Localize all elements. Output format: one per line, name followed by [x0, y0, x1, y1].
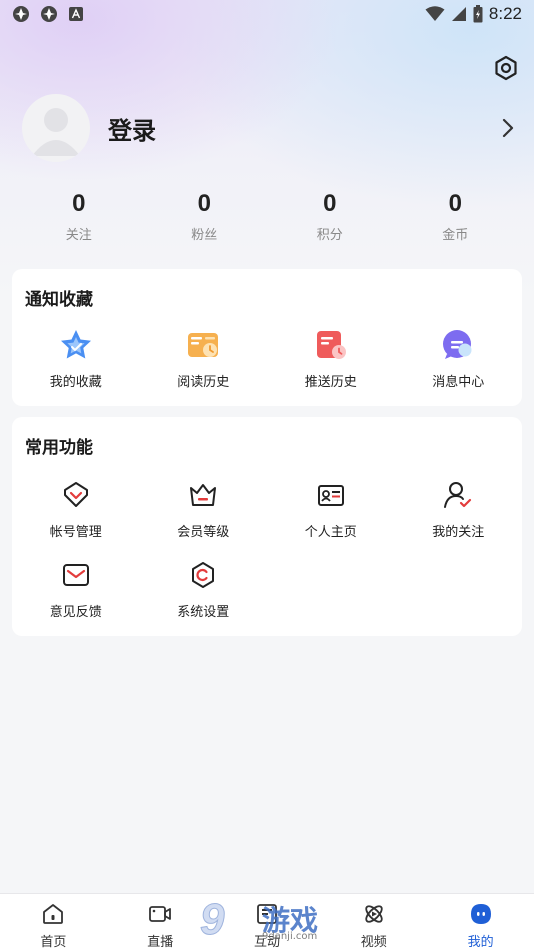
- login-label[interactable]: 登录: [108, 111, 156, 146]
- wifi-icon: [425, 6, 445, 21]
- grid-label: 阅读历史: [177, 375, 230, 390]
- nav-live[interactable]: 直播: [107, 894, 214, 950]
- watermark-number: 9: [199, 895, 225, 945]
- stat-label: 粉丝: [191, 228, 218, 243]
- member-level-button[interactable]: 会员等级: [140, 477, 268, 557]
- nav-label: 首页: [40, 935, 67, 950]
- notify-grid: 我的收藏 阅读历史 推送历史 消息中心: [12, 327, 522, 407]
- stat-label: 金币: [442, 228, 469, 243]
- notify-section-title: 通知收藏: [25, 290, 93, 310]
- feedback-icon: [58, 557, 94, 593]
- stat-value: 0: [448, 190, 462, 217]
- text-icon: [69, 7, 83, 21]
- stat-value: 0: [197, 190, 211, 217]
- personal-homepage-button[interactable]: 个人主页: [267, 477, 395, 557]
- profile-row[interactable]: 登录: [22, 94, 522, 162]
- notification-icon-1: [13, 6, 29, 22]
- grid-label: 意见反馈: [49, 605, 102, 620]
- video-icon: [365, 905, 383, 923]
- avatar[interactable]: [22, 94, 90, 162]
- account-icon: [58, 477, 94, 513]
- avatar-placeholder-icon: [32, 108, 80, 156]
- message-center-button[interactable]: 消息中心: [395, 327, 523, 407]
- mine-icon: [470, 904, 491, 924]
- grid-label: 个人主页: [304, 525, 357, 540]
- system-settings-button[interactable]: 系统设置: [140, 557, 268, 637]
- push-history-button[interactable]: 推送历史: [267, 327, 395, 407]
- nav-home[interactable]: 首页: [0, 894, 107, 950]
- message-icon: [440, 327, 476, 363]
- notify-card: 通知收藏 我的收藏 阅读历史 推送历史 消息中心: [12, 269, 522, 406]
- stat-value: 0: [323, 190, 337, 217]
- account-management-button[interactable]: 帐号管理: [12, 477, 140, 557]
- stat-value: 0: [72, 190, 86, 217]
- nav-label: 我的: [467, 935, 494, 950]
- star-icon: [58, 327, 94, 363]
- hexagon-settings-icon: [495, 55, 517, 81]
- nav-label: 视频: [360, 935, 387, 950]
- follow-icon: [440, 477, 476, 513]
- grid-label: 帐号管理: [49, 525, 102, 540]
- book-icon: [185, 327, 221, 363]
- settings-button[interactable]: [492, 54, 520, 82]
- chevron-right-icon[interactable]: [498, 116, 518, 140]
- watermark-logo: 9 游戏 9danji.com: [199, 895, 340, 947]
- stat-following[interactable]: 0 关注: [29, 190, 129, 243]
- grid-label: 系统设置: [177, 605, 230, 620]
- common-functions-card: 常用功能 帐号管理 会员等级 个人主页 我的关注 意见反馈 系统设置: [12, 417, 522, 636]
- stat-coins[interactable]: 0 金币: [405, 190, 505, 243]
- stats-row: 0 关注 0 粉丝 0 积分 0 金币: [0, 190, 534, 243]
- stat-label: 关注: [65, 228, 92, 243]
- stat-fans[interactable]: 0 粉丝: [154, 190, 254, 243]
- stat-points[interactable]: 0 积分: [280, 190, 380, 243]
- stat-label: 积分: [316, 228, 343, 243]
- grid-label: 我的收藏: [49, 375, 102, 390]
- profile-card-icon: [313, 477, 349, 513]
- grid-label: 推送历史: [304, 375, 357, 390]
- notification-icon-2: [41, 6, 57, 22]
- nav-mine[interactable]: 我的: [427, 894, 534, 950]
- common-section-title: 常用功能: [25, 438, 93, 458]
- push-history-icon: [313, 327, 349, 363]
- grid-label: 消息中心: [432, 375, 485, 390]
- status-time: 8:22: [488, 4, 522, 23]
- home-icon: [43, 904, 64, 924]
- status-right: 8:22: [425, 4, 522, 24]
- my-favorites-button[interactable]: 我的收藏: [12, 327, 140, 407]
- grid-label: 我的关注: [432, 525, 485, 540]
- live-icon: [149, 906, 172, 922]
- watermark-url: 9danji.com: [262, 931, 318, 942]
- status-bar: 8:22: [0, 0, 534, 28]
- feedback-button[interactable]: 意见反馈: [12, 557, 140, 637]
- nav-label: 直播: [147, 935, 174, 950]
- battery-icon: [473, 5, 483, 23]
- my-following-button[interactable]: 我的关注: [395, 477, 523, 557]
- reading-history-button[interactable]: 阅读历史: [140, 327, 268, 407]
- common-grid: 帐号管理 会员等级 个人主页 我的关注 意见反馈 系统设置: [12, 477, 522, 637]
- crown-icon: [185, 477, 221, 513]
- grid-label: 会员等级: [177, 525, 230, 540]
- status-left: [12, 5, 84, 23]
- signal-icon: [451, 7, 466, 21]
- settings-icon: [185, 557, 221, 593]
